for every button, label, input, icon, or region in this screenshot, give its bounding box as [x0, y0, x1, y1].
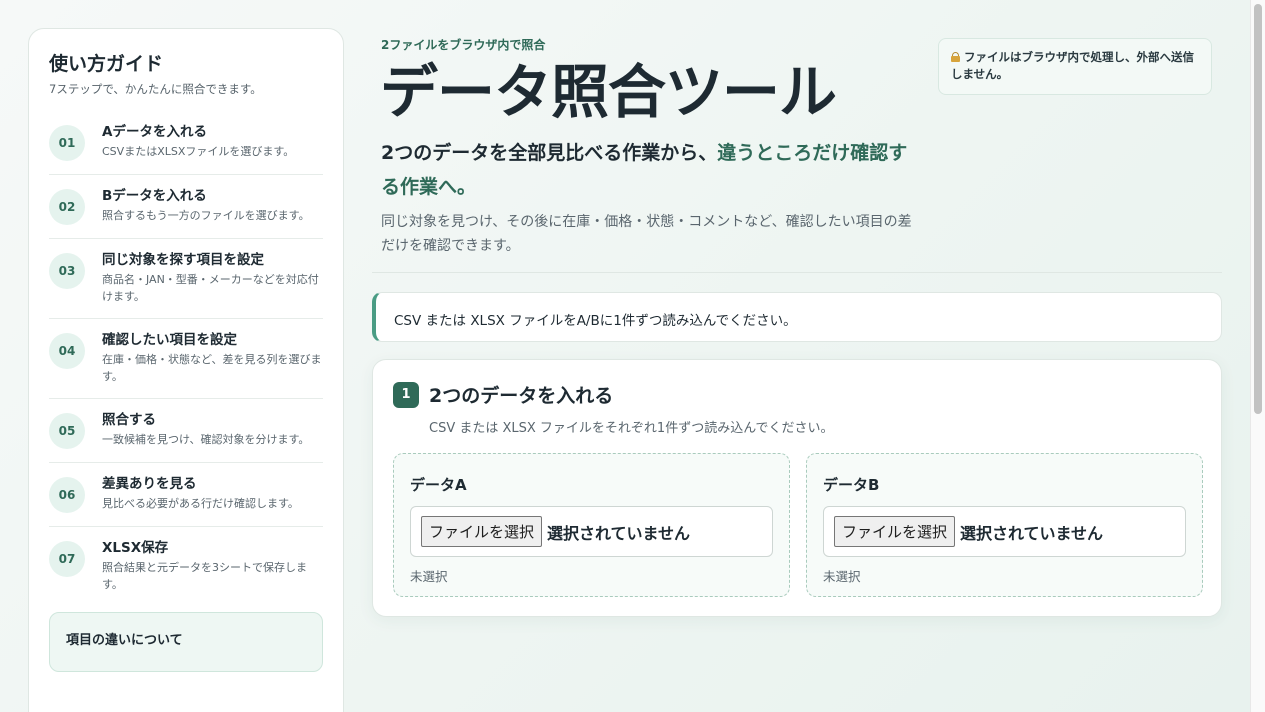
step-description: 見比べる必要がある行だけ確認します。: [102, 497, 299, 510]
step-item: 07 XLSX保存照合結果と元データを3シートで保存します。: [49, 527, 323, 606]
step-item: 05 照合する一致候補を見つけ、確認対象を分けます。: [49, 399, 323, 463]
step-number: 02: [49, 189, 85, 225]
eyebrow-text: 2ファイルをブラウザ内で照合: [381, 38, 546, 52]
lead-plain: 2つのデータを全部見比べる作業から、: [381, 142, 718, 164]
page-title: データ照合ツール: [380, 58, 837, 126]
data-b-file-input[interactable]: ファイルを選択 選択されていません: [823, 506, 1186, 557]
step-description: 一致候補を見つけ、確認対象を分けます。: [102, 433, 310, 446]
step-description: 照合するもう一方のファイルを選びます。: [102, 209, 310, 222]
step-number: 01: [49, 125, 85, 161]
step-item: 06 差異ありを見る見比べる必要がある行だけ確認します。: [49, 463, 323, 527]
header-divider: [372, 272, 1222, 273]
data-a-selection-note: 未選択: [410, 569, 448, 584]
step-number: 06: [49, 477, 85, 513]
data-b-choose-file-button[interactable]: ファイルを選択: [834, 516, 956, 547]
step-list: 01 Aデータを入れる CSVまたはXLSXファイルを選びます。 02 Bデータを…: [49, 111, 323, 606]
guide-subtitle: 7ステップで、かんたんに照合できます。: [49, 82, 262, 96]
info-banner: CSV または XLSX ファイルをA/Bに1件ずつ読み込んでください。: [372, 292, 1222, 342]
step-title: XLSX保存: [102, 540, 169, 556]
data-b-label: データB: [823, 476, 880, 494]
data-a-choose-file-button[interactable]: ファイルを選択: [421, 516, 543, 547]
lead-text: 2つのデータを全部見比べる作業から、違うところだけ確認する作業へ。: [381, 136, 921, 204]
step-number: 04: [49, 333, 85, 369]
lock-icon: [951, 52, 960, 62]
data-b-selection-note: 未選択: [823, 569, 861, 584]
scrollbar-thumb[interactable]: [1254, 4, 1262, 414]
banner-message: CSV または XLSX ファイルをA/Bに1件ずつ読み込んでください。: [394, 313, 797, 329]
upload-card: 1 2つのデータを入れる CSV または XLSX ファイルをそれぞれ1件ずつ読…: [372, 359, 1222, 617]
page-description: 同じ対象を見つけ、その後に在庫・価格・状態・コメントなど、確認したい項目の差だけ…: [381, 214, 912, 254]
step-badge: 1: [393, 381, 419, 408]
step-title: 同じ対象を探す項目を設定: [102, 252, 264, 268]
field-difference-note[interactable]: 項目の違いについて: [49, 612, 323, 672]
step-title: Bデータを入れる: [102, 188, 207, 204]
data-b-file-status: 選択されていません: [960, 523, 1104, 543]
step-title: 差異ありを見る: [102, 476, 197, 492]
guide-title: 使い方ガイド: [49, 53, 164, 75]
privacy-notice: ファイルはブラウザ内で処理し、外部へ送信しません。: [938, 38, 1212, 95]
data-a-file-input[interactable]: ファイルを選択 選択されていません: [410, 506, 773, 557]
step-item: 04 確認したい項目を設定在庫・価格・状態など、差を見る列を選びます。: [49, 319, 323, 399]
guide-sidebar: 使い方ガイド 7ステップで、かんたんに照合できます。 01 Aデータを入れる CS…: [28, 28, 344, 712]
step-description: 在庫・価格・状態など、差を見る列を選びます。: [102, 353, 322, 383]
step-description: 照合結果と元データを3シートで保存します。: [102, 561, 307, 591]
data-b-dropzone[interactable]: データB ファイルを選択 選択されていません 未選択: [806, 453, 1203, 597]
note-title: 項目の違いについて: [66, 633, 183, 648]
card-subtitle: CSV または XLSX ファイルをそれぞれ1件ずつ読み込んでください。: [429, 421, 834, 436]
step-description: 商品名・JAN・型番・メーカーなどを対応付けます。: [102, 273, 319, 303]
step-title: Aデータを入れる: [102, 124, 207, 140]
step-title: 確認したい項目を設定: [102, 332, 237, 348]
step-number: 05: [49, 413, 85, 449]
step-title: 照合する: [102, 412, 156, 428]
data-a-label: データA: [410, 476, 467, 494]
step-item: 02 Bデータを入れる照合するもう一方のファイルを選びます。: [49, 175, 323, 239]
step-item: 01 Aデータを入れる CSVまたはXLSXファイルを選びます。: [49, 111, 323, 175]
step-number: 03: [49, 253, 85, 289]
privacy-text: ファイルはブラウザ内で処理し、外部へ送信しません。: [951, 50, 1194, 81]
card-header: 1 2つのデータを入れる: [393, 381, 613, 408]
page-scrollbar[interactable]: [1250, 0, 1265, 712]
step-description: CSVまたはXLSXファイルを選びます。: [102, 145, 295, 158]
step-item: 03 同じ対象を探す項目を設定商品名・JAN・型番・メーカーなどを対応付けます。: [49, 239, 323, 319]
card-title: 2つのデータを入れる: [429, 385, 614, 407]
data-a-file-status: 選択されていません: [547, 523, 691, 543]
step-number: 07: [49, 541, 85, 577]
data-a-dropzone[interactable]: データA ファイルを選択 選択されていません 未選択: [393, 453, 790, 597]
